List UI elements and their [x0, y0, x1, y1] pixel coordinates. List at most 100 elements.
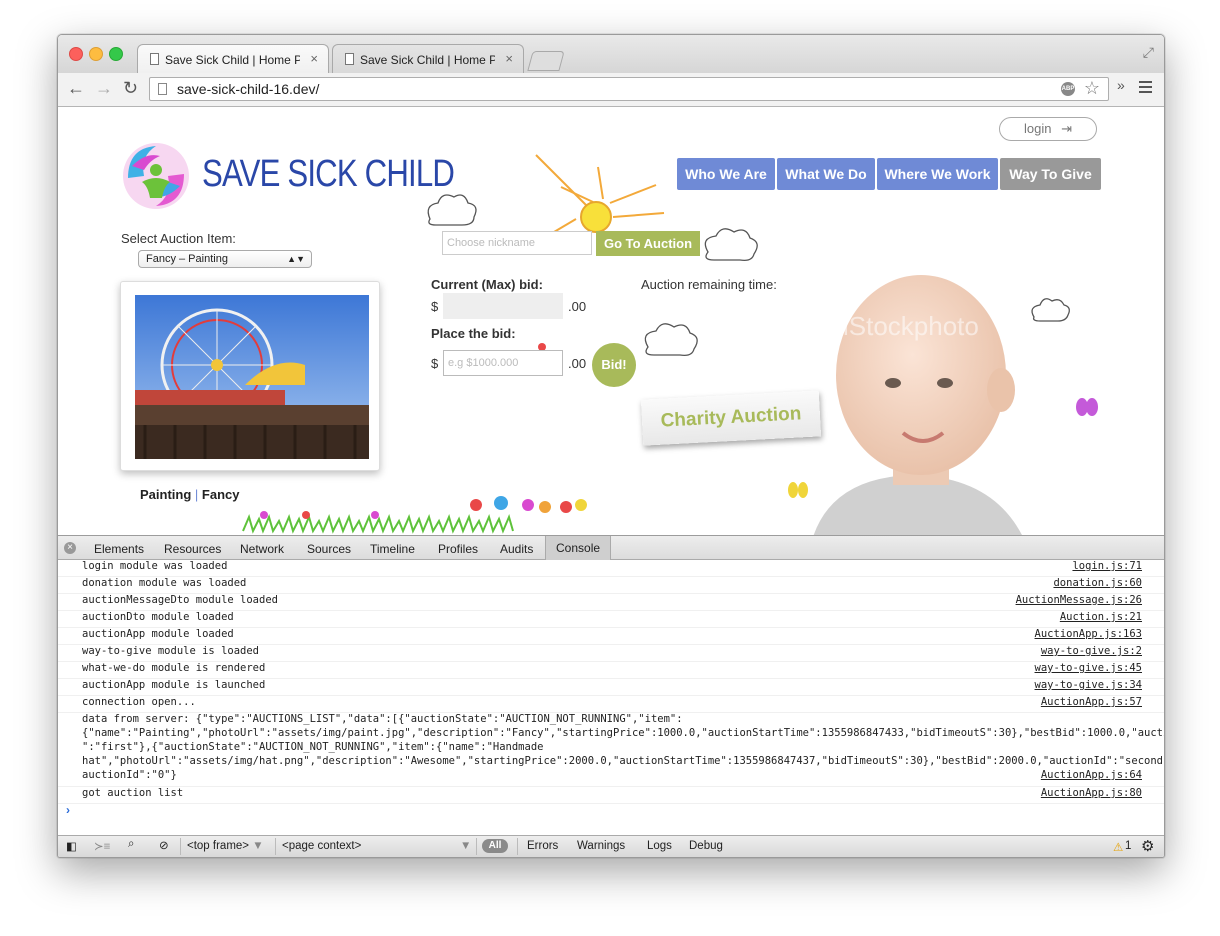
fullscreen-icon[interactable]: ⤢ [1143, 44, 1154, 61]
log-message: auctionApp module loaded [82, 628, 234, 640]
console-prompt-icon[interactable]: › [66, 803, 70, 817]
tab-elements[interactable]: Elements [94, 542, 144, 556]
log-source-link[interactable]: AuctionApp.js:64 [1041, 769, 1142, 781]
nav-who-we-are[interactable]: Who We Are [677, 158, 775, 190]
log-source-link[interactable]: way-to-give.js:2 [1041, 645, 1142, 657]
tab-strip: Save Sick Child | Home Page × Save Sick … [58, 35, 1164, 73]
warning-count: 1 [1125, 840, 1132, 852]
console-log-row: donation module was loaded donation.js:6… [58, 577, 1164, 594]
log-message-line: ":"first"},{"auctionState":"AUCTION_NOT_… [82, 741, 544, 753]
chevron-down-icon: ▼ [252, 840, 264, 852]
forward-button[interactable]: → [95, 78, 113, 99]
reload-button[interactable]: ↻ [123, 78, 138, 99]
tab-close-icon[interactable]: × [505, 51, 513, 66]
console-log-row: auctionMessageDto module loaded AuctionM… [58, 594, 1164, 611]
console-log-row: data from server: {"type":"AUCTIONS_LIST… [58, 713, 1164, 787]
tab-console[interactable]: Console [545, 536, 612, 560]
log-source-link[interactable]: way-to-give.js:45 [1035, 662, 1142, 674]
adblock-icon[interactable]: ABP [1061, 82, 1075, 96]
log-source-link[interactable]: AuctionApp.js:57 [1041, 696, 1142, 708]
log-message-line: {"name":"Painting","photoUrl":"assets/im… [82, 727, 1164, 739]
log-source-link[interactable]: AuctionMessage.js:26 [1016, 594, 1142, 606]
back-button[interactable]: ← [67, 78, 85, 99]
log-message: donation module was loaded [82, 577, 247, 589]
log-source-link[interactable]: Auction.js:21 [1060, 611, 1142, 623]
dock-icon[interactable]: ◧ [66, 839, 77, 853]
bid-amount-input[interactable]: e.g $1000.000 [443, 350, 563, 376]
charity-auction-badge: Charity Auction [640, 390, 822, 446]
log-message: got auction list [82, 787, 184, 799]
browser-window: Save Sick Child | Home Page × Save Sick … [57, 34, 1165, 858]
login-button[interactable]: login ⇥ [999, 117, 1097, 141]
search-icon[interactable]: ⌕ [128, 838, 134, 851]
devtools-status-bar: ◧ ≻≡ ⌕ ⊘ <top frame> ▼ <page context> ▼ … [58, 835, 1164, 857]
tab-sources[interactable]: Sources [307, 542, 351, 556]
devtools-close-icon[interactable]: × [64, 542, 76, 554]
settings-gear-icon[interactable]: ⚙ [1141, 837, 1154, 855]
tab-title: Save Sick Child | Home Page [165, 53, 300, 67]
log-message-line: data from server: {"type":"AUCTIONS_LIST… [82, 713, 683, 725]
console-panel[interactable]: login module was loaded login.js:71 dona… [58, 560, 1164, 835]
place-bid-label: Place the bid: [431, 326, 516, 341]
log-message: auctionMessageDto module loaded [82, 594, 278, 606]
bookmark-star-icon[interactable]: ☆ [1084, 78, 1100, 99]
nav-way-to-give[interactable]: Way To Give [1000, 158, 1101, 190]
auction-item-select[interactable]: Fancy – Painting ▲▼ [138, 250, 312, 268]
currency-symbol: $ [431, 299, 439, 314]
filter-logs-button[interactable]: Logs [647, 840, 672, 852]
tab-audits[interactable]: Audits [500, 542, 533, 556]
browser-tab-active[interactable]: Save Sick Child | Home Page × [137, 44, 329, 73]
frame-select[interactable]: <top frame> ▼ [187, 840, 264, 852]
warning-icon[interactable]: ⚠ [1113, 840, 1123, 854]
cents-label: .00 [568, 356, 587, 371]
log-source-link[interactable]: donation.js:60 [1053, 577, 1142, 589]
zoom-window-button[interactable] [109, 47, 123, 61]
context-select[interactable]: <page context> [282, 840, 361, 852]
new-tab-button[interactable] [527, 51, 565, 71]
tab-profiles[interactable]: Profiles [438, 542, 478, 556]
filter-errors-button[interactable]: Errors [527, 840, 558, 852]
close-window-button[interactable] [69, 47, 83, 61]
tab-network[interactable]: Network [240, 542, 284, 556]
console-log-row: connection open... AuctionApp.js:57 [58, 696, 1164, 713]
address-bar[interactable]: save-sick-child-16.dev/ ABP ☆ [149, 77, 1109, 101]
clear-console-icon[interactable]: ⊘ [159, 838, 169, 852]
filter-debug-button[interactable]: Debug [689, 840, 723, 852]
logo-text[interactable]: SAVE SICK CHILD [202, 153, 455, 196]
auction-item-value: Fancy – Painting [146, 253, 228, 265]
log-source-link[interactable]: AuctionApp.js:80 [1041, 787, 1142, 799]
ferris-wheel-photo [135, 295, 369, 459]
log-source-link[interactable]: login.js:71 [1072, 560, 1142, 572]
filter-warnings-button[interactable]: Warnings [577, 840, 625, 852]
nav-where-we-work[interactable]: Where We Work [877, 158, 998, 190]
show-drawer-icon[interactable]: ≻≡ [94, 839, 110, 853]
bid-button[interactable]: Bid! [592, 343, 636, 387]
log-source-link[interactable]: AuctionApp.js:163 [1035, 628, 1142, 640]
log-source-link[interactable]: way-to-give.js:34 [1035, 679, 1142, 691]
tab-close-icon[interactable]: × [310, 51, 318, 66]
nickname-input[interactable]: Choose nickname [442, 231, 592, 255]
browser-tab[interactable]: Save Sick Child | Home Page × [332, 44, 524, 73]
extensions-overflow-icon[interactable]: » [1117, 77, 1125, 93]
filter-all-button[interactable]: All [482, 839, 508, 853]
browser-toolbar: ← → ↻ save-sick-child-16.dev/ ABP ☆ » [58, 73, 1164, 107]
console-log-row: login module was loaded login.js:71 [58, 560, 1164, 577]
page-icon [150, 53, 159, 65]
chevron-down-icon[interactable]: ▼ [460, 840, 471, 852]
nav-what-we-do[interactable]: What We Do [777, 158, 875, 190]
separator [517, 838, 518, 855]
current-bid-field [443, 293, 563, 319]
console-log-row: auctionApp module is launched way-to-giv… [58, 679, 1164, 696]
minimize-window-button[interactable] [89, 47, 103, 61]
currency-symbol: $ [431, 356, 439, 371]
tab-resources[interactable]: Resources [164, 542, 221, 556]
go-to-auction-button[interactable]: Go To Auction [596, 231, 700, 256]
child-photo: iStockphoto [813, 275, 1022, 535]
log-message-line: hat","photoUrl":"assets/img/hat.png","de… [82, 755, 1164, 767]
context-select-value: <page context> [282, 840, 362, 852]
menu-icon[interactable] [1139, 81, 1152, 96]
tab-title: Save Sick Child | Home Page [360, 53, 495, 67]
item-name: Painting [140, 487, 192, 502]
url-text[interactable]: save-sick-child-16.dev/ [177, 81, 319, 97]
tab-timeline[interactable]: Timeline [370, 542, 415, 556]
